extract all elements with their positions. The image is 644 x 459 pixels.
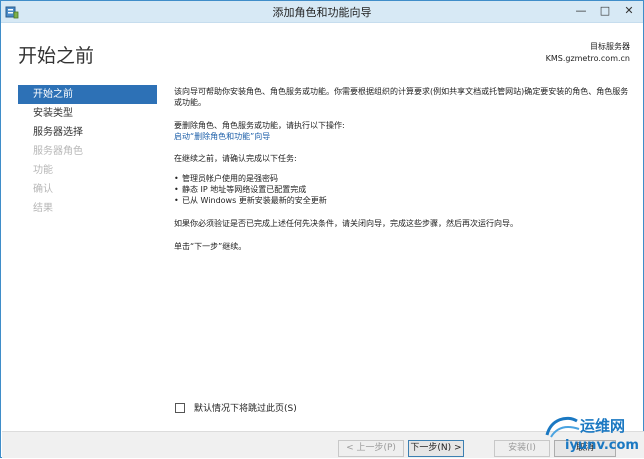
nav-item-features: 功能: [33, 165, 53, 176]
watermark-text-secondary: iyunv.com: [565, 438, 639, 453]
wizard-window: 添加角色和功能向导 — □ ✕ 开始之前 目标服务器 KMS.gzmetro.c…: [0, 0, 644, 458]
remove-roles-link[interactable]: 启动“删除角色和功能”向导: [174, 132, 270, 141]
list-item: 静态 IP 地址等网络设置已配置完成: [174, 184, 629, 195]
skip-page-label[interactable]: 默认情况下将跳过此页(S): [194, 401, 297, 414]
watermark-logo-icon: [545, 416, 580, 438]
nav-item-server-roles: 服务器角色: [33, 146, 83, 157]
main-content: 该向导可帮助你安装角色、角色服务或功能。你需要根据组织的计算要求(例如共享文档或…: [174, 86, 629, 252]
tasks-prompt: 在继续之前，请确认完成以下任务:: [174, 154, 297, 163]
destination-server-label: 目标服务器: [590, 42, 630, 51]
maximize-button[interactable]: □: [595, 3, 615, 19]
skip-page-option[interactable]: 默认情况下将跳过此页(S): [175, 401, 297, 414]
nav-item-before-you-begin[interactable]: 开始之前: [18, 85, 157, 104]
site-watermark: 运维网 iyunv.com: [541, 411, 644, 459]
close-button[interactable]: ✕: [619, 3, 639, 19]
list-item: 已从 Windows 更新安装最新的安全更新: [174, 195, 629, 206]
nav-item-installation-type[interactable]: 安装类型: [18, 104, 157, 123]
nav-item-server-selection[interactable]: 服务器选择: [18, 123, 157, 142]
destination-server-name: KMS.gzmetro.com.cn: [545, 54, 630, 63]
list-item: 管理员帐户使用的是强密码: [174, 173, 629, 184]
skip-page-checkbox[interactable]: [175, 402, 185, 413]
window-title: 添加角色和功能向导: [272, 6, 372, 19]
continue-text: 单击“下一步”继续。: [174, 242, 247, 251]
watermark-text-primary: 运维网: [580, 417, 626, 435]
verify-text: 如果你必须验证是否已完成上述任何先决条件，请关闭向导，完成这些步骤，然后再次运行…: [174, 219, 518, 228]
wizard-steps-nav: 开始之前 安装类型 服务器选择 服务器角色 功能 确认 结果: [18, 85, 157, 218]
task-list: 管理员帐户使用的是强密码 静态 IP 地址等网络设置已配置完成 已从 Windo…: [174, 173, 629, 206]
nav-item-results: 结果: [33, 203, 53, 214]
next-button[interactable]: 下一步(N) >: [408, 440, 464, 457]
previous-button: < 上一步(P): [338, 440, 404, 457]
page-title: 开始之前: [18, 45, 95, 67]
nav-item-confirmation: 确认: [33, 184, 53, 195]
intro-text: 该向导可帮助你安装角色、角色服务或功能。你需要根据组织的计算要求(例如共享文档或…: [174, 87, 629, 107]
remove-prompt: 要删除角色、角色服务或功能，请执行以下操作:: [174, 121, 345, 130]
title-bar[interactable]: 添加角色和功能向导 — □ ✕: [1, 1, 643, 23]
minimize-button[interactable]: —: [571, 3, 591, 19]
